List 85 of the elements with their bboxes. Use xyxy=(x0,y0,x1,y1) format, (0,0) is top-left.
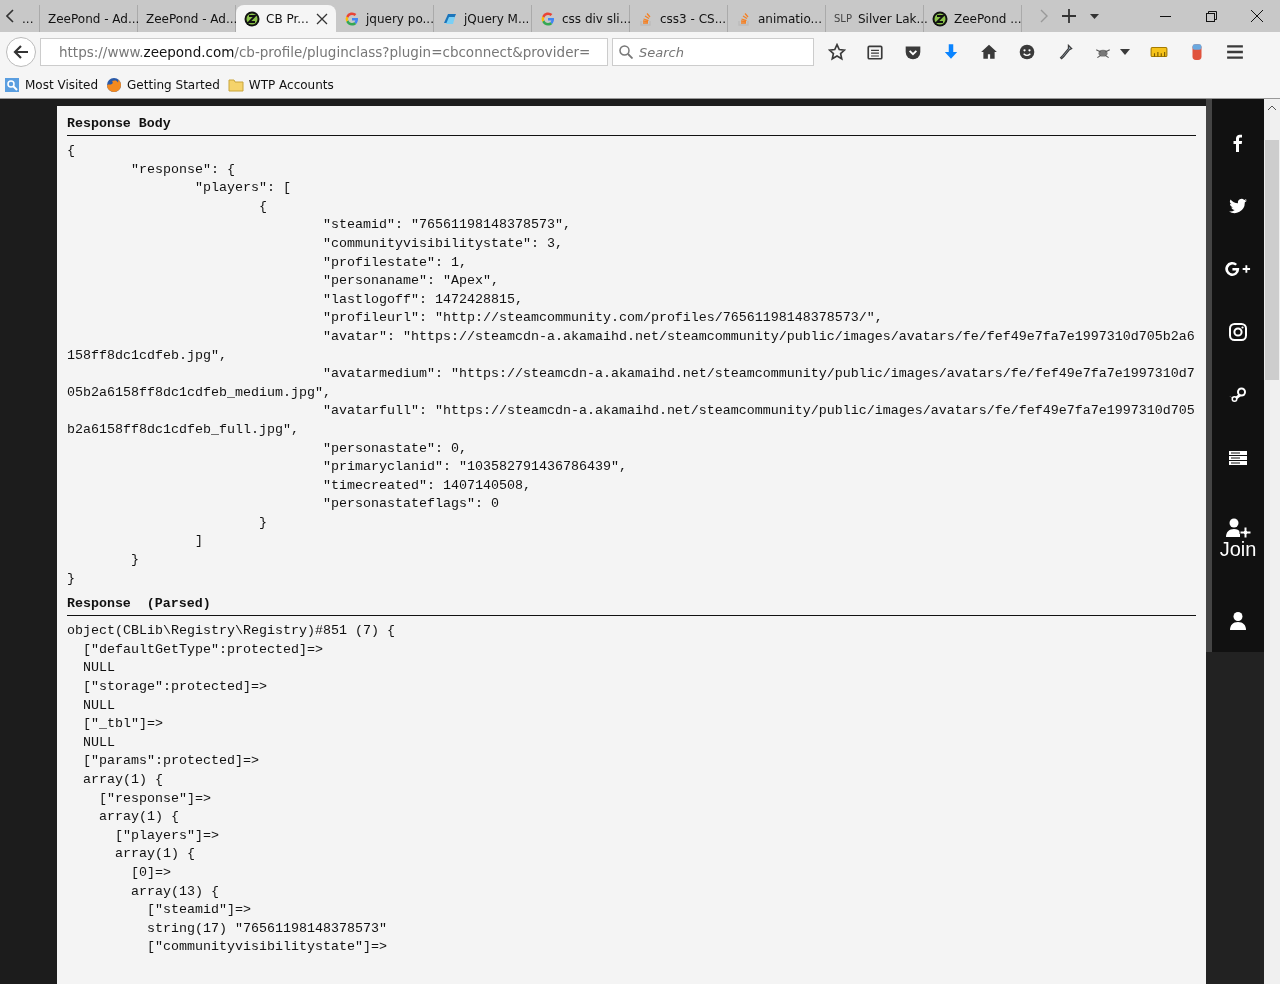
code-line: ["response"]=> xyxy=(98,789,212,808)
code-line: ["steamid"]=> xyxy=(145,901,252,920)
close-icon[interactable] xyxy=(316,12,328,25)
code-line: "personastate": 0, xyxy=(321,439,468,458)
code-line: ] xyxy=(194,532,204,551)
url-text: https://www.zeepond.com/cb-profile/pluginclass?plugin=cbconnect&provider= xyxy=(59,44,591,60)
code-line: 158ff8dc1cdfeb.jpg", xyxy=(67,346,228,365)
download-icon[interactable] xyxy=(942,43,960,61)
browser-tab[interactable]: CB Pr... xyxy=(236,5,336,32)
code-line: "personaname": "Apex", xyxy=(321,272,500,291)
code-line: array(1) { xyxy=(98,808,180,827)
code-line: } xyxy=(257,513,268,532)
code-line: "primaryclanid": "103582791436786439", xyxy=(321,458,628,477)
code-line: ["defaultGetType":protected]=> xyxy=(82,640,324,659)
code-line: "profilestate": 1, xyxy=(321,253,468,272)
code-line: string(17) "76561198148378573" xyxy=(145,919,388,938)
code-line: "timecreated": 1407140508, xyxy=(321,476,532,495)
search-icon xyxy=(619,45,633,59)
code-line: ["params":protected]=> xyxy=(82,752,260,771)
smiley-icon[interactable] xyxy=(1018,43,1036,61)
minimize-icon[interactable] xyxy=(1159,15,1171,17)
code-line: b2a6158ff8dc1cdfeb_full.jpg", xyxy=(67,420,300,439)
code-line: 05b2a6158ff8dc1cdfeb_medium.jpg", xyxy=(67,383,332,402)
code-line: { xyxy=(257,197,268,216)
user-icon[interactable] xyxy=(1228,610,1248,631)
z-logo-icon xyxy=(932,10,948,27)
scrollbar[interactable] xyxy=(1264,99,1280,984)
code-line: "response": { xyxy=(130,160,236,179)
section-heading: Response (Parsed) xyxy=(67,594,1196,617)
restore-icon[interactable] xyxy=(1205,10,1217,22)
g-logo-icon xyxy=(344,10,360,27)
code-line: array(13) { xyxy=(130,882,220,901)
code-line: object(CBLib\Registry\Registry)#851 (7) { xyxy=(67,622,396,641)
code-line: "communityvisibilitystate": 3, xyxy=(321,234,564,253)
code-line: "players": [ xyxy=(194,179,292,198)
favicon-text: SLP xyxy=(834,13,852,24)
code-line: array(1) { xyxy=(82,771,164,789)
code-line: { xyxy=(67,142,76,160)
code-line: } xyxy=(130,551,140,570)
star-icon[interactable] xyxy=(828,43,846,61)
dropdown-caret-icon[interactable] xyxy=(1120,49,1130,55)
g-logo-icon xyxy=(540,10,556,27)
list-icon[interactable] xyxy=(866,43,884,61)
menu-icon[interactable] xyxy=(1226,43,1244,61)
folder-icon xyxy=(227,77,244,93)
code-line: NULL xyxy=(82,696,116,715)
code-line: ["storage":protected]=> xyxy=(82,678,268,697)
code-line: "lastlogoff": 1472428815, xyxy=(321,290,524,309)
stack-logo-icon xyxy=(638,10,654,27)
bookmark-item[interactable]: Most Visited xyxy=(4,77,99,93)
code-line: "avatarmedium": "https://steamcdn-a.akamaihd.net/steamcommunity/public/images/avatars/fe/fef49e7fa7e1997310d7 xyxy=(321,365,1196,384)
code-line: } xyxy=(67,569,76,588)
code-line: "steamid": "76561198148378573", xyxy=(321,216,572,235)
z-logo-icon xyxy=(244,10,260,27)
close-icon[interactable] xyxy=(1251,10,1263,22)
code-line: "profileurl": "http://steamcommunity.com/profiles/76561198148378573/", xyxy=(321,309,884,328)
bookmark-item[interactable]: WTP Accounts xyxy=(227,77,334,93)
sidebar-button[interactable]: Join xyxy=(1219,489,1257,589)
dropdown-caret-icon[interactable] xyxy=(1090,13,1099,19)
bookmark-page-icon xyxy=(4,77,20,93)
back-button[interactable] xyxy=(6,37,36,67)
code-line: [0]=> xyxy=(130,863,172,882)
bookmark-item[interactable]: Getting Started xyxy=(106,77,220,93)
code-line: "avatarfull": "https://steamcdn-a.akamaihd.net/steamcommunity/public/images/avatars/fe/fef49e7fa7e1997310d705 xyxy=(321,402,1196,421)
search-field[interactable]: Search xyxy=(612,38,814,66)
address-bar[interactable]: https://www.zeepond.com/cb-profile/pluginclass?plugin=cbconnect&provider= xyxy=(40,38,608,66)
code-line: "avatar": "https://steamcdn-a.akamaihd.net/steamcommunity/public/images/avatars/fe/fef49e7fa7e1997310d705b2a6 xyxy=(321,327,1196,346)
stack-logo-icon xyxy=(736,10,752,27)
fox-globe-icon xyxy=(106,77,123,93)
code-line: array(1) { xyxy=(114,845,196,864)
code-line: "personastateflags": 0 xyxy=(321,495,500,514)
code-line: ["_tbl"]=> xyxy=(82,715,164,734)
instagram-icon[interactable] xyxy=(1228,321,1248,342)
section-heading: Response Body xyxy=(67,114,1196,136)
code-line: ["communityvisibilitystate"]=> xyxy=(145,938,388,957)
new-tab-plus-icon[interactable] xyxy=(1062,9,1076,23)
back-arrow-icon xyxy=(13,44,29,60)
code-line: ["players"]=> xyxy=(114,826,220,845)
chevron-left-icon[interactable] xyxy=(6,9,14,23)
code-line: NULL xyxy=(82,733,116,752)
pocket-icon[interactable] xyxy=(904,43,922,61)
add-user-icon[interactable] xyxy=(1225,517,1251,538)
home-icon[interactable] xyxy=(980,43,998,61)
scrollbar-thumb[interactable] xyxy=(1265,140,1279,380)
code-line: NULL xyxy=(82,659,116,678)
